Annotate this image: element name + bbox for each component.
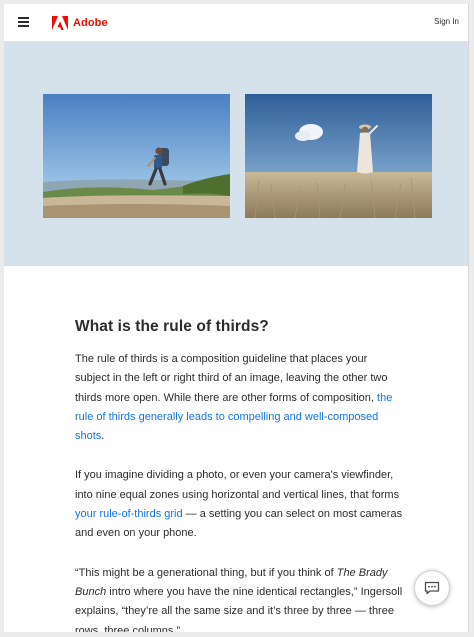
paragraph-text-end: . [101,430,105,443]
rule-of-thirds-grid-link[interactable]: your rule-of-thirds grid [75,508,183,520]
section-heading: What is the rule of thirds? [75,318,269,335]
sign-in-link[interactable]: Sign In [434,17,459,26]
brand-name: Adobe [73,17,108,29]
quote-text: “This might be a generational thing, but… [75,566,337,579]
adobe-logo-icon [52,16,68,30]
paragraph-grid: If you imagine dividing a photo, or even… [75,466,405,543]
hamburger-menu-icon[interactable] [18,17,29,27]
person-in-grass-field-photo [245,94,432,218]
quote-text-end: intro where you have the nine identical … [75,585,403,632]
adobe-logo[interactable]: Adobe [52,14,108,32]
chat-button[interactable] [414,570,450,606]
paragraph-text: If you imagine dividing a photo, or even… [75,469,400,501]
global-nav: Adobe Sign In [4,4,468,42]
paragraph-quote: “This might be a generational thing, but… [75,564,405,632]
page-frame: Adobe Sign In What is the rule of thirds… [4,4,469,632]
hiker-on-trail-photo [43,94,230,218]
chat-bubble-icon [424,581,440,595]
paragraph-intro: The rule of thirds is a composition guid… [75,350,405,446]
article-body: What is the rule of thirds? The rule of … [75,318,405,632]
paragraph-text: The rule of thirds is a composition guid… [75,353,388,404]
hero-banner [4,42,468,266]
